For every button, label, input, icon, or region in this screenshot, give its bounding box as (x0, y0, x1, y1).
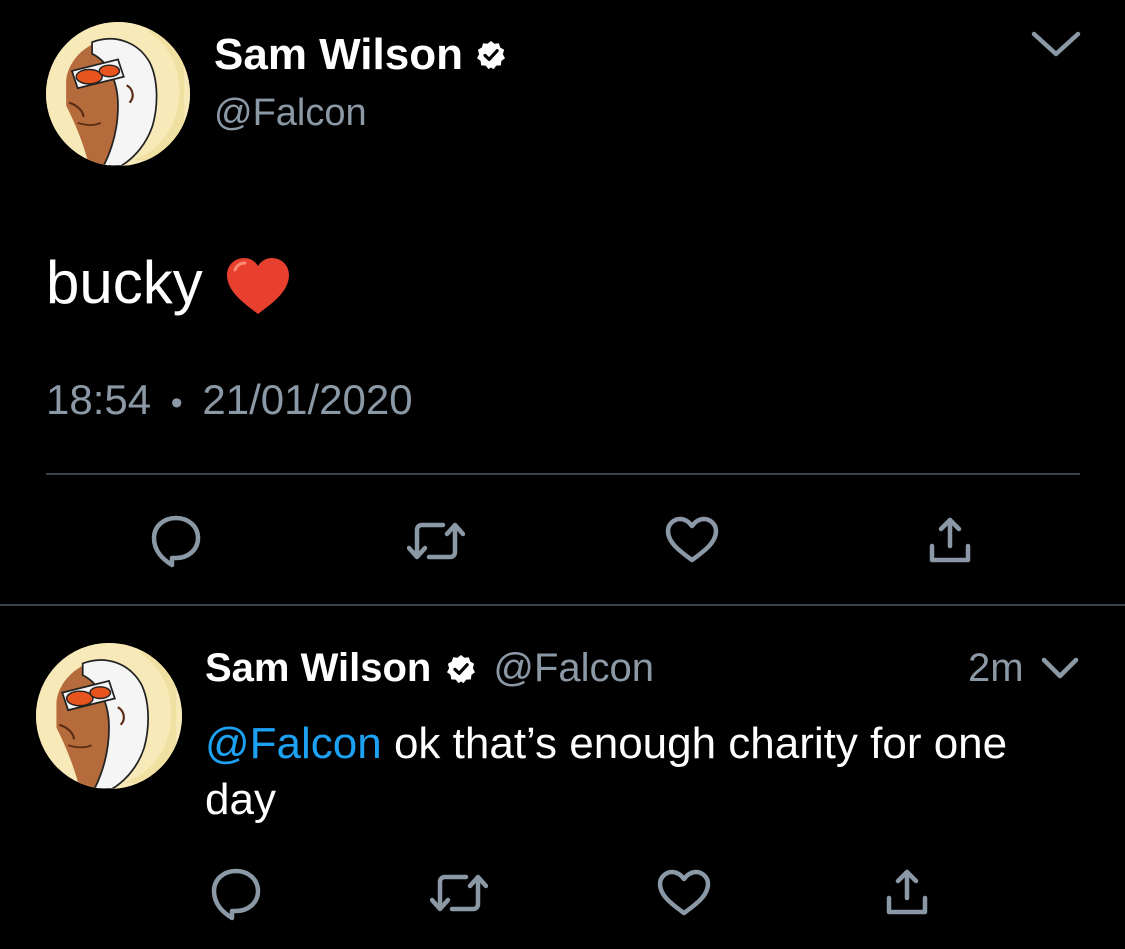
like-button[interactable] (665, 516, 719, 564)
reply-tweet-text: @Falcon ok that’s enough charity for one… (205, 716, 1065, 828)
like-button[interactable] (657, 869, 711, 917)
tweet-divider (0, 604, 1125, 606)
tweet-time: 18:54 (46, 376, 152, 423)
avatar-image (46, 22, 190, 166)
reply-header[interactable]: Sam Wilson @Falcon (205, 646, 654, 691)
mention-link[interactable]: @Falcon (205, 719, 382, 768)
share-icon (886, 869, 928, 915)
share-icon (929, 517, 971, 563)
avatar[interactable] (46, 22, 190, 166)
author-name[interactable]: Sam Wilson (205, 646, 431, 691)
avatar[interactable] (36, 643, 182, 789)
author-handle[interactable]: @Falcon (214, 92, 367, 135)
chevron-down-icon[interactable] (1040, 656, 1080, 682)
heart-emoji-icon (225, 256, 291, 316)
tweet-thread-screen: Sam Wilson @Falcon bucky 18:54 • 21/01/2… (0, 0, 1125, 949)
retweet-icon (430, 874, 488, 912)
tweet-date: 21/01/2020 (202, 376, 413, 423)
divider (46, 473, 1080, 475)
reply-button[interactable] (150, 514, 202, 568)
avatar-image (36, 643, 182, 789)
like-icon (665, 516, 719, 563)
retweet-button[interactable] (407, 520, 465, 562)
tweet-timestamp[interactable]: 18:54 • 21/01/2020 (46, 376, 413, 424)
reply-icon (151, 515, 201, 568)
verified-badge-icon (445, 653, 477, 685)
tweet-body: bucky (46, 249, 203, 316)
retweet-button[interactable] (430, 872, 488, 914)
chevron-down-icon[interactable] (1030, 30, 1082, 60)
share-button[interactable] (928, 516, 972, 564)
share-button[interactable] (885, 868, 929, 916)
tweet-text: bucky (46, 248, 291, 317)
author-handle[interactable]: @Falcon (493, 646, 654, 691)
tweet-age[interactable]: 2m (968, 646, 1024, 691)
author-name[interactable]: Sam Wilson (214, 30, 463, 80)
reply-icon (211, 868, 261, 921)
author-name-row[interactable]: Sam Wilson (214, 30, 507, 80)
like-icon (657, 869, 711, 916)
retweet-icon (407, 522, 465, 560)
reply-button[interactable] (210, 867, 262, 921)
verified-badge-icon (475, 39, 507, 71)
meta-separator: • (170, 384, 183, 422)
